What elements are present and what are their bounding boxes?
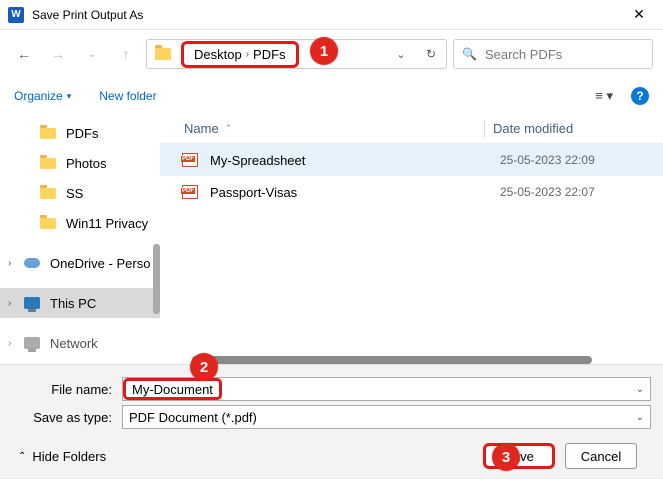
address-dropdown[interactable]: ⌄ — [386, 48, 416, 61]
search-icon: 🔍 — [462, 47, 477, 61]
nav-item-ss[interactable]: SS — [0, 178, 160, 208]
nav-label: SS — [66, 186, 83, 201]
filename-value: My-Document — [123, 378, 222, 400]
file-row[interactable]: Passport-Visas 25-05-2023 22:07 — [160, 176, 663, 208]
file-date: 25-05-2023 22:07 — [492, 185, 595, 199]
nav-label: This PC — [50, 296, 96, 311]
chevron-right-icon: › — [246, 49, 249, 60]
chevron-down-icon[interactable]: ⌄ — [636, 384, 644, 395]
organize-menu[interactable]: Organize ▾ — [14, 89, 71, 103]
nav-item-thispc[interactable]: › This PC — [0, 288, 160, 318]
folder-icon — [40, 128, 56, 139]
file-list-pane: Name ⌃ Date modified My-Spreadsheet 25-05… — [160, 114, 663, 364]
breadcrumb-pdfs[interactable]: PDFs — [253, 47, 286, 62]
pc-icon — [24, 297, 40, 309]
nav-label: Network — [50, 336, 98, 351]
hide-folders-toggle[interactable]: ⌃ Hide Folders — [18, 449, 106, 464]
nav-tree[interactable]: PDFs Photos SS Win11 Privacy › OneDrive -… — [0, 114, 160, 364]
col-name[interactable]: Name ⌃ — [184, 121, 484, 136]
pdf-icon — [182, 153, 198, 167]
nav-item-photos[interactable]: Photos — [0, 148, 160, 178]
chevron-down-icon[interactable]: ⌄ — [636, 412, 644, 423]
type-row: Save as type: PDF Document (*.pdf) ⌄ — [12, 405, 651, 429]
nav-item-network[interactable]: › Network — [0, 328, 160, 358]
file-row[interactable]: My-Spreadsheet 25-05-2023 22:09 — [160, 144, 663, 176]
search-input[interactable]: 🔍 Search PDFs — [453, 39, 653, 69]
step-badge-3: 3 — [492, 443, 520, 471]
cancel-button[interactable]: Cancel — [565, 443, 637, 469]
search-placeholder: Search PDFs — [485, 47, 562, 62]
expand-icon[interactable]: › — [8, 298, 11, 309]
nav-label: PDFs — [66, 126, 99, 141]
expand-icon[interactable]: › — [8, 258, 11, 269]
horizontal-scrollbar[interactable] — [192, 356, 592, 364]
network-icon — [24, 337, 40, 349]
body: PDFs Photos SS Win11 Privacy › OneDrive -… — [0, 114, 663, 364]
file-name: Passport-Visas — [210, 185, 492, 200]
type-label: Save as type: — [12, 410, 122, 425]
nav-item-pdfs[interactable]: PDFs — [0, 118, 160, 148]
filename-row: File name: My-Document ⌄ — [12, 377, 651, 401]
chevron-up-icon: ⌃ — [18, 451, 26, 462]
bottom-panel: File name: My-Document ⌄ Save as type: P… — [0, 364, 663, 479]
help-button[interactable]: ? — [631, 87, 649, 105]
toolbar: Organize ▾ New folder ≡ ▾ ? — [0, 78, 663, 114]
type-select[interactable]: PDF Document (*.pdf) ⌄ — [122, 405, 651, 429]
chevron-down-icon: ▾ — [67, 91, 72, 102]
file-date: 25-05-2023 22:09 — [492, 153, 595, 167]
nav-label: OneDrive - Perso — [50, 256, 150, 271]
nav-scrollbar[interactable] — [153, 244, 160, 314]
folder-icon — [40, 218, 56, 229]
organize-label: Organize — [14, 89, 63, 103]
nav-label: Photos — [66, 156, 106, 171]
step-badge-2: 2 — [190, 353, 218, 381]
up-button[interactable]: ↑ — [112, 40, 140, 68]
breadcrumb-desktop[interactable]: Desktop — [194, 47, 242, 62]
cancel-label: Cancel — [581, 449, 621, 464]
col-name-label: Name — [184, 121, 219, 136]
folder-icon — [155, 48, 171, 60]
hide-folders-label: Hide Folders — [32, 449, 106, 464]
recent-locations-button[interactable]: ⌄ — [78, 40, 106, 68]
footer: ⌃ Hide Folders Save Cancel — [12, 433, 651, 469]
folder-icon — [40, 188, 56, 199]
new-folder-button[interactable]: New folder — [99, 89, 156, 103]
folder-icon — [40, 158, 56, 169]
back-button[interactable]: ← — [10, 40, 38, 68]
titlebar: W Save Print Output As ✕ — [0, 0, 663, 30]
forward-button: → — [44, 40, 72, 68]
breadcrumb-box[interactable]: Desktop › PDFs ⌄ ↻ — [146, 39, 447, 69]
filename-label: File name: — [12, 382, 122, 397]
refresh-button[interactable]: ↻ — [416, 47, 446, 61]
window-title: Save Print Output As — [32, 8, 619, 22]
expand-icon[interactable]: › — [8, 338, 11, 349]
nav-label: Win11 Privacy — [66, 216, 148, 231]
pdf-icon — [182, 185, 198, 199]
word-app-icon: W — [8, 7, 24, 23]
view-options-button[interactable]: ≡ ▾ — [595, 88, 613, 104]
nav-item-onedrive[interactable]: › OneDrive - Perso — [0, 248, 160, 278]
file-header: Name ⌃ Date modified — [160, 114, 663, 144]
col-date[interactable]: Date modified — [485, 121, 663, 136]
close-button[interactable]: ✕ — [619, 6, 659, 23]
breadcrumb-highlight: Desktop › PDFs — [181, 41, 299, 68]
cloud-icon — [24, 258, 40, 268]
step-badge-1: 1 — [310, 37, 338, 65]
file-name: My-Spreadsheet — [210, 153, 492, 168]
sort-asc-icon: ⌃ — [225, 123, 233, 134]
type-value: PDF Document (*.pdf) — [129, 410, 257, 425]
nav-item-win11privacy[interactable]: Win11 Privacy — [0, 208, 160, 238]
